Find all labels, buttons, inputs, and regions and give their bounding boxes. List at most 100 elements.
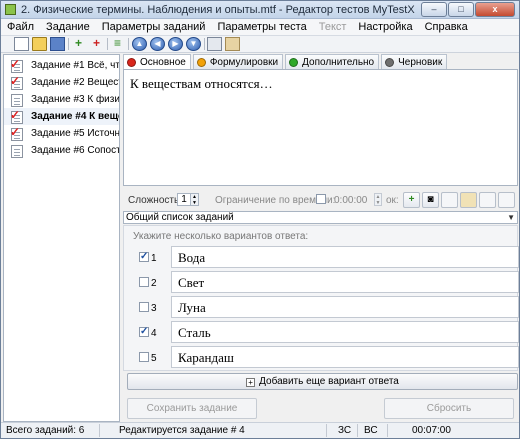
answers-hint: Укажите несколько вариантов ответа: [133,231,309,242]
answer-number: 4 [151,328,157,339]
nav-back-icon[interactable]: ◀ [150,37,165,51]
task-item-4[interactable]: ✓ Задание #4 К вещест [4,108,119,125]
nav-forward-icon[interactable]: ▶ [168,37,183,51]
new-doc-icon[interactable] [14,37,29,51]
window-title: 2. Физические термины. Наблюдения и опыт… [21,4,415,16]
nav-up-icon[interactable]: ▲ [132,37,147,51]
status-separator [326,424,327,437]
answer-checkbox-4[interactable]: ✓ [139,327,149,337]
tab-draft[interactable]: Черновик [381,54,448,69]
status-separator [357,424,358,437]
status-bc: ВС [364,425,378,436]
answer-text: Свет [178,275,205,290]
tab-additional[interactable]: Дополнительно [285,54,380,69]
tab-label: Формулировки [209,56,279,68]
editor-tabs: Основное Формулировки Дополнительно Черн… [123,54,518,69]
task-item-6[interactable]: Задание #6 Сопоставьт [4,142,119,159]
answer-row-2: 2 Свет [124,271,519,293]
tab-formulations[interactable]: Формулировки [192,54,284,69]
task-label: Задание #4 К вещест [31,111,119,122]
close-button[interactable]: x [475,2,515,17]
check-mark-icon: ✓ [10,74,21,88]
answer-row-1: ✓ 1 Вода [124,246,519,268]
menu-help[interactable]: Справка [419,19,474,35]
task-item-1[interactable]: ✓ Задание #1 Всё, что сущ [4,57,119,74]
answer-text: Карандаш [178,350,234,365]
question-editor[interactable]: К веществам относятся… [123,69,518,186]
green-circle-icon [289,57,299,67]
tab-main[interactable]: Основное [123,54,191,69]
menu-file[interactable]: Файл [1,19,40,35]
task-doc-icon [11,145,23,158]
menu-task[interactable]: Задание [40,19,96,35]
add-task-icon[interactable]: + [71,37,86,51]
complexity-label: Сложность: [128,195,182,206]
app-icon [5,4,16,15]
menu-bar: Файл Задание Параметры заданий Параметры… [1,19,519,36]
task-label: Задание #6 Сопоставьт [31,145,119,156]
task-item-2[interactable]: ✓ Задание #2 Вещество - с [4,74,119,91]
answer-field-3[interactable]: Луна [171,296,519,318]
task-label: Задание #5 Источником [31,128,120,139]
toolbar: + + ≡ ▲ ◀ ▶ ▼ [1,36,519,53]
answer-field-2[interactable]: Свет [171,271,519,293]
answer-field-5[interactable]: Карандаш [171,346,519,368]
answer-text: Вода [178,250,206,265]
paste-image-icon[interactable] [460,192,477,208]
maximize-button[interactable]: □ [448,2,474,17]
answer-number: 5 [151,353,157,364]
menu-settings[interactable]: Настройка [352,19,418,35]
answer-row-5: 5 Карандаш [124,346,519,368]
task-options-row: Сложность: 1 ▲ ▼ Ограничение по времени: … [122,191,519,208]
red-circle-icon [127,57,136,67]
answer-field-4[interactable]: Сталь [171,321,519,343]
complexity-input[interactable]: 1 [177,193,191,206]
toolbar-separator [204,38,205,50]
menu-task-params[interactable]: Параметры заданий [96,19,212,35]
task-item-3[interactable]: Задание #3 К физическ [4,91,120,108]
blank-button[interactable] [498,192,515,208]
answer-checkbox-3[interactable] [139,302,149,312]
task-list-combo[interactable]: Общий список заданий ▼ [123,211,518,224]
tab-label: Черновик [398,56,443,68]
time-limit-checkbox[interactable] [316,194,326,204]
add-media-button[interactable]: + [403,192,420,208]
answer-checkbox-5[interactable] [139,352,149,362]
task-label: Задание #3 К физическ [31,94,120,105]
answer-number: 3 [151,303,157,314]
open-folder-icon[interactable] [32,37,47,51]
window-controls: – □ x [420,2,515,17]
check-mark-icon: ✓ [10,57,21,71]
save-icon[interactable] [50,37,65,51]
answer-number: 1 [151,253,157,264]
title-bar: 2. Физические термины. Наблюдения и опыт… [1,1,519,19]
answer-row-4: ✓ 4 Сталь [124,321,519,343]
menu-text[interactable]: Текст [313,19,353,35]
save-task-button[interactable]: Сохранить задание [127,398,257,419]
plus-icon: + [246,378,256,387]
time-limit-stepper[interactable]: ▲ ▼ [374,193,382,206]
blank-button[interactable] [479,192,496,208]
answer-checkbox-2[interactable] [139,277,149,287]
task-item-5[interactable]: ✓ Задание #5 Источником [4,125,120,142]
camera-icon[interactable]: ◙ [422,192,439,208]
add-answer-button[interactable]: + Добавить еще вариант ответа [127,373,518,390]
task-list-icon[interactable]: ≡ [110,37,125,51]
nav-down-icon[interactable]: ▼ [186,37,201,51]
status-zc: ЗС [338,425,352,436]
answer-checkbox-1[interactable]: ✓ [139,252,149,262]
blank-button[interactable] [441,192,458,208]
reset-button[interactable]: Сбросить [384,398,514,419]
paste-icon[interactable] [225,37,240,51]
add-task-red-icon[interactable]: + [89,37,104,51]
minimize-button[interactable]: – [421,2,447,17]
copy-icon[interactable] [207,37,222,51]
task-doc-icon [11,94,23,107]
menu-test-params[interactable]: Параметры теста [211,19,312,35]
time-limit-value[interactable]: 0:00:00 [334,195,367,206]
complexity-stepper[interactable]: ▲ ▼ [191,193,199,206]
answer-text: Сталь [178,325,211,340]
add-answer-label: Добавить еще вариант ответа [259,376,399,387]
answer-row-3: 3 Луна [124,296,519,318]
answer-field-1[interactable]: Вода [171,246,519,268]
